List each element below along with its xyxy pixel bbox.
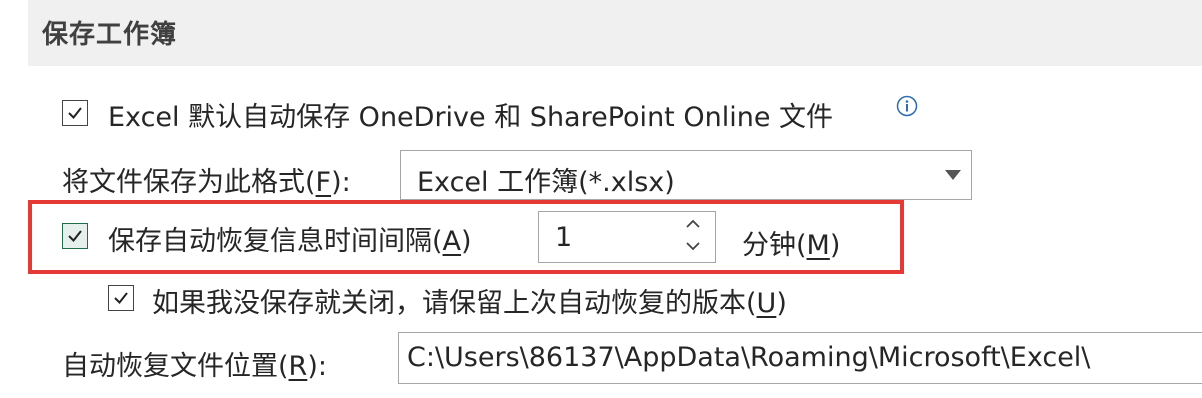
- checkmark-icon: [68, 230, 82, 243]
- section-header: 保存工作簿: [28, 0, 1202, 66]
- section-title: 保存工作簿: [42, 20, 178, 50]
- autosave-checkbox[interactable]: [62, 100, 88, 126]
- location-label: 自动恢复文件位置(R):: [62, 351, 327, 382]
- autosave-label: Excel 默认自动保存 OneDrive 和 SharePoint Onlin…: [108, 102, 834, 133]
- format-select[interactable]: Excel 工作簿(*.xlsx): [400, 150, 972, 200]
- keep-last-version-label: 如果我没保存就关闭，请保留上次自动恢复的版本(U): [152, 288, 787, 319]
- autorecover-label: 保存自动恢复信息时间间隔(A): [108, 226, 472, 257]
- autorecover-minutes-spinner[interactable]: 1: [538, 211, 716, 263]
- checkmark-icon: [114, 292, 128, 305]
- format-label: 将文件保存为此格式(F):: [62, 167, 351, 198]
- autorecover-checkbox[interactable]: [62, 223, 88, 249]
- info-icon[interactable]: [896, 95, 918, 117]
- location-input-value: C:\Users\86137\AppData\Roaming\Microsoft…: [407, 342, 1091, 373]
- dropdown-arrow-icon[interactable]: [945, 170, 961, 180]
- spinner-value: 1: [555, 222, 573, 253]
- checkmark-icon: [68, 107, 82, 120]
- minutes-unit-label: 分钟(M): [742, 230, 841, 261]
- chevron-down-icon[interactable]: [685, 240, 701, 252]
- chevron-up-icon[interactable]: [685, 218, 701, 230]
- location-input[interactable]: C:\Users\86137\AppData\Roaming\Microsoft…: [398, 332, 1202, 384]
- format-select-value: Excel 工作簿(*.xlsx): [417, 167, 675, 198]
- keep-last-version-checkbox[interactable]: [108, 285, 134, 311]
